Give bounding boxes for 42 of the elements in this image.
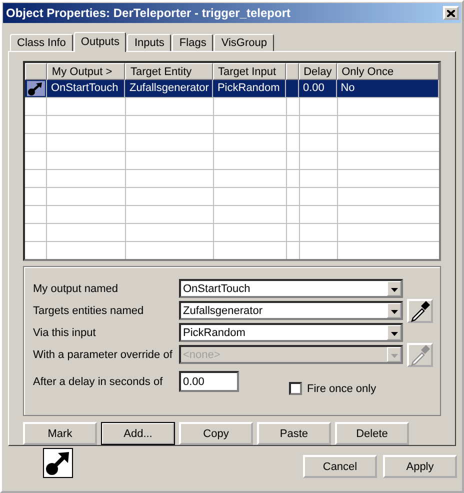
- connection-icon: [43, 448, 73, 478]
- dropdown[interactable]: PickRandom: [179, 323, 403, 342]
- text-field[interactable]: 0.00: [179, 371, 239, 392]
- field-label: Targets entities named: [33, 304, 145, 317]
- eyedropper-icon: [409, 300, 431, 322]
- button[interactable]: Paste: [257, 422, 331, 445]
- tab[interactable]: Flags: [172, 34, 214, 51]
- field-label: With a parameter override of: [33, 348, 174, 361]
- button[interactable]: Cancel: [303, 455, 377, 478]
- field-label: Via this input: [33, 326, 97, 339]
- table-cell: [286, 80, 299, 98]
- table-cell: 0.00: [298, 80, 337, 98]
- dropdown[interactable]: OnStartTouch: [179, 279, 403, 298]
- table-cell: OnStartTouch: [47, 80, 126, 98]
- column-header[interactable]: Target Input: [213, 63, 286, 80]
- button[interactable]: Delete: [335, 422, 409, 445]
- table-cell: Zufallsgenerator: [125, 80, 214, 98]
- table-cell: PickRandom: [213, 80, 286, 98]
- table-row[interactable]: OnStartTouch Zufallsgenerator PickRandom 0.00 No: [25, 80, 439, 98]
- table-cell: No: [336, 80, 439, 98]
- eyedropper-icon: [409, 344, 431, 366]
- button[interactable]: Mark: [23, 422, 97, 445]
- column-header[interactable]: Delay: [298, 63, 337, 80]
- checkbox-label: Fire once only: [307, 382, 376, 395]
- tab[interactable]: VisGroup: [214, 34, 274, 51]
- close-icon: [447, 10, 455, 16]
- checkbox[interactable]: [289, 382, 302, 396]
- dropdown[interactable]: Zufallsgenerator: [179, 301, 403, 320]
- field-label: My output named: [33, 282, 119, 295]
- column-header[interactable]: Only Once: [336, 63, 439, 80]
- button[interactable]: Add...: [101, 422, 175, 445]
- close-button[interactable]: [443, 6, 459, 20]
- field-label: After a delay in seconds of: [33, 376, 164, 388]
- tab[interactable]: Inputs: [127, 34, 172, 51]
- eyedropper-button[interactable]: [407, 298, 433, 323]
- button[interactable]: Apply: [383, 455, 457, 478]
- window-title: Object Properties: DerTeleporter - trigger_teleport: [6, 6, 291, 20]
- column-header[interactable]: Target Entity: [125, 63, 213, 80]
- column-header[interactable]: My Output >: [46, 63, 126, 80]
- tab[interactable]: Outputs: [74, 32, 126, 52]
- button[interactable]: Copy: [179, 422, 253, 445]
- tab[interactable]: Class Info: [10, 34, 73, 51]
